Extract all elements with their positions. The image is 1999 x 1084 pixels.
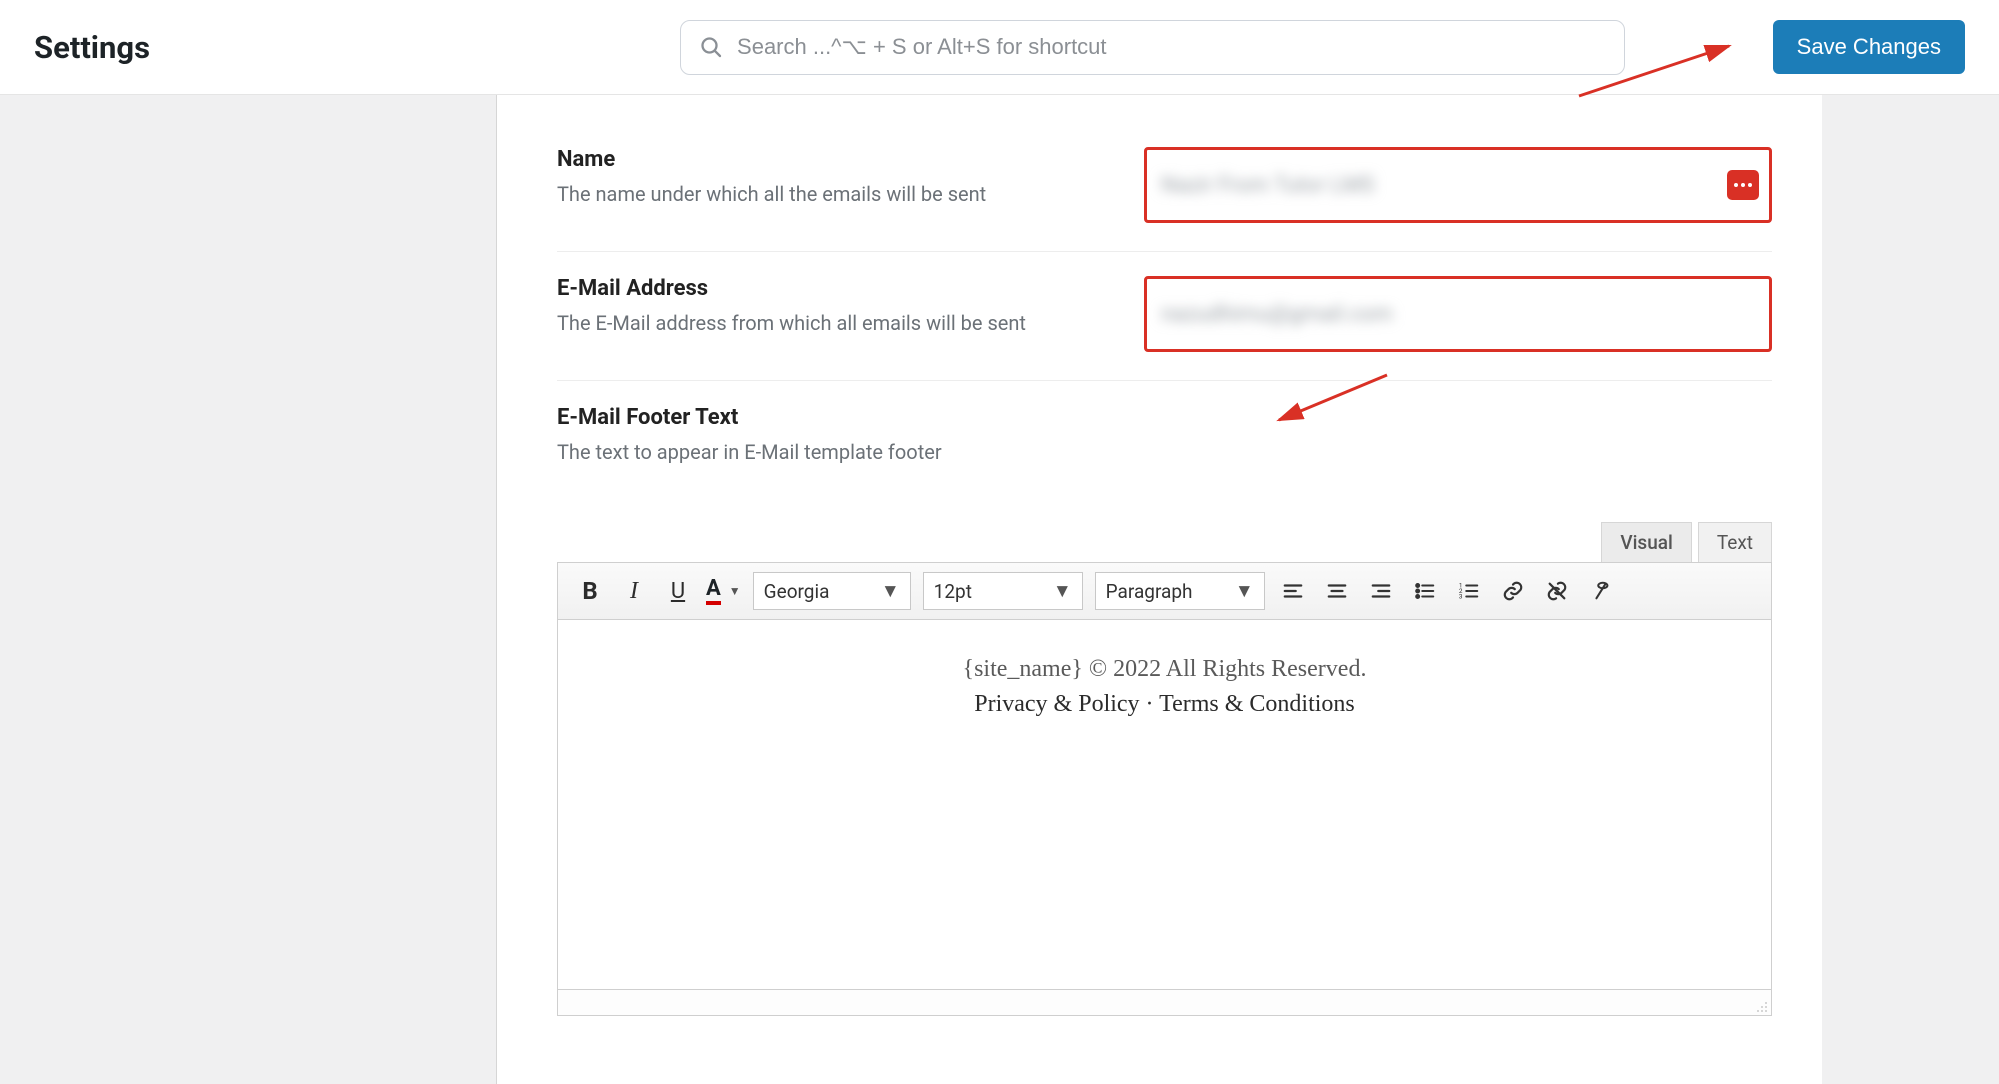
name-input-value: Nazir From Tutor LMS bbox=[1161, 173, 1375, 198]
tab-text[interactable]: Text bbox=[1698, 522, 1772, 562]
main-column: Name The name under which all the emails… bbox=[497, 95, 1999, 1084]
editor-line-1: {site_name} © 2022 All Rights Reserved. bbox=[578, 656, 1751, 683]
field-email-label: E-Mail Address bbox=[557, 276, 1117, 301]
search-icon bbox=[699, 35, 723, 59]
italic-button[interactable]: I bbox=[614, 571, 654, 611]
search-field[interactable] bbox=[680, 20, 1625, 75]
text-color-button[interactable]: A▼ bbox=[702, 578, 745, 605]
settings-panel: Name The name under which all the emails… bbox=[497, 95, 1822, 1084]
bullet-list-button[interactable] bbox=[1405, 571, 1445, 611]
clear-format-button[interactable] bbox=[1581, 571, 1621, 611]
field-name-sub: The name under which all the emails will… bbox=[557, 182, 1117, 206]
top-bar: Settings Save Changes bbox=[0, 0, 1999, 95]
align-left-button[interactable] bbox=[1273, 571, 1313, 611]
block-format-select[interactable]: Paragraph ▼ bbox=[1095, 572, 1265, 610]
editor-line-2: Privacy & Policy · Terms & Conditions bbox=[578, 691, 1751, 718]
name-input-highlight[interactable]: Nazir From Tutor LMS bbox=[1144, 147, 1772, 223]
link-button[interactable] bbox=[1493, 571, 1533, 611]
save-changes-button[interactable]: Save Changes bbox=[1773, 20, 1965, 74]
field-row-email: E-Mail Address The E-Mail address from w… bbox=[557, 252, 1772, 381]
unlink-button[interactable] bbox=[1537, 571, 1577, 611]
field-footer-label: E-Mail Footer Text bbox=[557, 405, 1772, 430]
resize-grip-icon[interactable] bbox=[1752, 997, 1768, 1013]
block-format-value: Paragraph bbox=[1106, 580, 1193, 603]
font-family-value: Georgia bbox=[764, 580, 830, 603]
field-row-name: Name The name under which all the emails… bbox=[557, 123, 1772, 252]
font-size-select[interactable]: 12pt ▼ bbox=[923, 572, 1083, 610]
align-center-button[interactable] bbox=[1317, 571, 1357, 611]
bold-button[interactable]: B bbox=[570, 571, 610, 611]
svg-text:3: 3 bbox=[1459, 592, 1463, 600]
number-list-button[interactable]: 123 bbox=[1449, 571, 1489, 611]
font-size-value: 12pt bbox=[934, 580, 972, 603]
editor-tabs: Visual Text bbox=[557, 522, 1772, 562]
editor-content[interactable]: {site_name} © 2022 All Rights Reserved. … bbox=[557, 620, 1772, 990]
email-input-value: nazudhimu@gmail.com bbox=[1161, 302, 1393, 327]
field-name-label: Name bbox=[557, 147, 1117, 172]
tab-visual[interactable]: Visual bbox=[1601, 522, 1692, 562]
more-icon[interactable] bbox=[1727, 170, 1759, 200]
align-right-button[interactable] bbox=[1361, 571, 1401, 611]
font-family-select[interactable]: Georgia ▼ bbox=[753, 572, 911, 610]
field-email-sub: The E-Mail address from which all emails… bbox=[557, 311, 1117, 335]
editor-toolbar: B I U A▼ Georgia ▼ 12pt ▼ Paragraph ▼ bbox=[557, 562, 1772, 620]
page-title: Settings bbox=[34, 29, 150, 66]
search-input[interactable] bbox=[737, 34, 1606, 60]
field-row-footer: E-Mail Footer Text The text to appear in… bbox=[557, 381, 1772, 482]
email-input-highlight[interactable]: nazudhimu@gmail.com bbox=[1144, 276, 1772, 352]
underline-button[interactable]: U bbox=[658, 571, 698, 611]
page-body: Name The name under which all the emails… bbox=[0, 95, 1999, 1084]
editor-footer-bar bbox=[557, 990, 1772, 1016]
sidebar-column bbox=[0, 95, 497, 1084]
field-footer-sub: The text to appear in E-Mail template fo… bbox=[557, 440, 1772, 464]
